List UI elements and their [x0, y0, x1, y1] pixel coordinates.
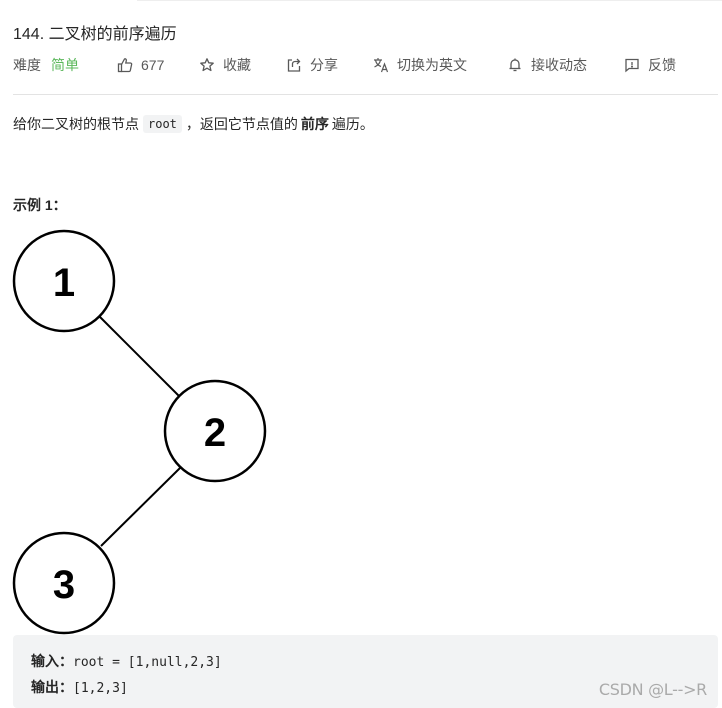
input-value: root = [1,null,2,3] [73, 655, 222, 670]
tree-edge-2-3 [100, 467, 181, 547]
description-suffix: 遍历。 [331, 116, 374, 132]
example-title: 示例 1： [13, 197, 67, 213]
binary-tree-diagram: 1 2 3 [12, 229, 267, 635]
description-prefix: 给你二叉树的根节点 [13, 116, 139, 132]
tree-node-1-label: 1 [53, 261, 75, 305]
favorite-label: 收藏 [223, 57, 251, 73]
difficulty: 难度 简单 [13, 55, 79, 75]
tree-node-2-label: 2 [204, 411, 226, 455]
bell-icon [507, 57, 523, 73]
difficulty-label: 难度 [13, 57, 41, 73]
example-input: 输入：root = [1,null,2,3] [31, 651, 222, 671]
switch-language-label: 切换为英文 [397, 57, 467, 73]
input-label: 输入： [31, 654, 73, 670]
tree-node-3-label: 3 [53, 563, 75, 607]
feedback-button[interactable]: 反馈 [624, 55, 676, 75]
switch-language-button[interactable]: 切换为英文 [373, 55, 467, 75]
output-value: [1,2,3] [73, 681, 128, 696]
watermark: CSDN @L-->R [598, 680, 707, 699]
star-icon [199, 57, 215, 73]
thumbs-up-icon [117, 57, 133, 73]
example-output: 输出：[1,2,3] [31, 677, 128, 697]
translate-icon [373, 57, 389, 73]
like-button[interactable]: 677 [117, 55, 164, 75]
top-border [137, 0, 722, 1]
share-label: 分享 [310, 57, 338, 73]
like-count: 677 [141, 57, 165, 73]
share-icon [286, 57, 302, 73]
tree-edge-1-2 [99, 316, 181, 398]
feedback-icon [624, 57, 640, 73]
share-button[interactable]: 分享 [286, 55, 338, 75]
output-label: 输出： [31, 680, 73, 696]
subscribe-label: 接收动态 [531, 57, 587, 73]
description-bold: 前序 [300, 116, 329, 132]
subscribe-button[interactable]: 接收动态 [507, 55, 587, 75]
difficulty-badge: 简单 [51, 57, 79, 73]
favorite-button[interactable]: 收藏 [199, 55, 251, 75]
problem-description: 给你二叉树的根节点 root ，返回它节点值的 前序 遍历。 [13, 114, 374, 134]
feedback-label: 反馈 [648, 57, 676, 73]
description-middle: ，返回它节点值的 [185, 116, 298, 132]
divider [13, 94, 718, 95]
problem-title: 144. 二叉树的前序遍历 [13, 26, 177, 43]
inline-code: root [143, 115, 182, 133]
